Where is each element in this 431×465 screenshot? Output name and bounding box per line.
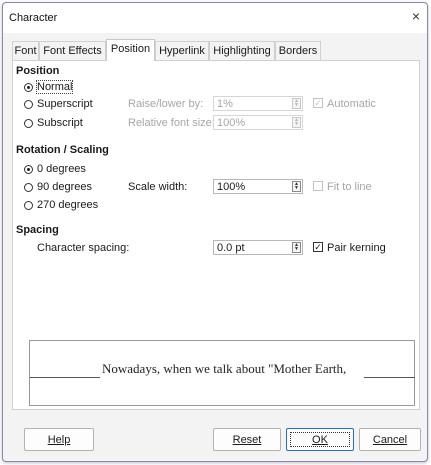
normal-label[interactable]: Normal <box>35 80 74 94</box>
fit-to-line-label[interactable]: Fit to line <box>327 181 372 193</box>
title-bar: Character × <box>3 3 427 33</box>
help-button-label: Help <box>47 434 71 446</box>
pair-kerning-label[interactable]: Pair kerning <box>327 242 386 254</box>
help-button[interactable]: Help <box>24 428 94 451</box>
baseline-left <box>30 377 100 378</box>
spin-up-down-icon[interactable]: ▲ ▼ <box>292 117 301 128</box>
tab-font-effects[interactable]: Font Effects <box>39 41 106 60</box>
baseline-right <box>364 377 415 378</box>
character-spacing-field[interactable]: 0.0 pt ▲ ▼ <box>213 240 303 255</box>
spin-up-down-icon[interactable]: ▲ ▼ <box>292 98 301 109</box>
rotation-scaling-heading: Rotation / Scaling <box>16 144 109 156</box>
spacing-heading: Spacing <box>16 224 59 236</box>
ninety-degrees-radio[interactable] <box>24 183 33 192</box>
tab-borders[interactable]: Borders <box>275 41 321 60</box>
spin-up-down-icon[interactable]: ▲ ▼ <box>292 242 301 253</box>
superscript-radio[interactable] <box>24 100 33 109</box>
tab-highlighting[interactable]: Highlighting <box>209 41 275 60</box>
character-dialog: Character × Font Font Effects Position H… <box>2 2 428 462</box>
fit-to-line-checkbox[interactable] <box>313 181 323 191</box>
automatic-checkbox[interactable]: ✓ <box>313 98 323 108</box>
scale-width-field[interactable]: 100% ▲ ▼ <box>213 179 303 194</box>
cancel-button-label: Cancel <box>372 434 408 446</box>
relative-font-size-value: 100% <box>217 117 246 129</box>
tab-hyperlink[interactable]: Hyperlink <box>155 41 209 60</box>
cancel-button[interactable]: Cancel <box>359 428 421 451</box>
two-seventy-degrees-radio[interactable] <box>24 201 33 210</box>
position-heading: Position <box>16 65 60 77</box>
ninety-degrees-label[interactable]: 90 degrees <box>37 181 92 193</box>
subscript-radio[interactable] <box>24 119 33 128</box>
check-mark-icon: ✓ <box>314 98 322 108</box>
relative-font-size-label: Relative font size: <box>128 117 215 129</box>
scale-width-label: Scale width: <box>128 181 188 193</box>
zero-degrees-radio[interactable] <box>24 165 33 174</box>
raise-lower-field[interactable]: 1% ▲ ▼ <box>213 96 303 111</box>
character-spacing-value: 0.0 pt <box>217 242 245 254</box>
window-title: Character <box>9 12 58 24</box>
reset-button-label: Reset <box>232 434 262 446</box>
normal-radio[interactable] <box>24 83 33 92</box>
two-seventy-degrees-label[interactable]: 270 degrees <box>37 199 98 211</box>
spin-up-down-icon[interactable]: ▲ ▼ <box>292 181 301 192</box>
superscript-label[interactable]: Superscript <box>37 98 93 110</box>
reset-button[interactable]: Reset <box>213 428 281 451</box>
preview-text: Nowadays, when we talk about "Mother Ear… <box>102 361 347 376</box>
close-icon[interactable]: × <box>407 8 425 24</box>
raise-lower-label: Raise/lower by: <box>128 98 204 110</box>
preview-box: Nowadays, when we talk about "Mother Ear… <box>29 340 415 406</box>
relative-font-size-field[interactable]: 100% ▲ ▼ <box>213 115 303 130</box>
scale-width-value: 100% <box>217 181 246 193</box>
automatic-label[interactable]: Automatic <box>327 98 376 110</box>
pair-kerning-checkbox[interactable]: ✓ <box>313 242 323 252</box>
raise-lower-value: 1% <box>217 98 233 110</box>
ok-button[interactable]: OK <box>286 428 354 451</box>
tab-position[interactable]: Position <box>106 39 155 61</box>
subscript-label[interactable]: Subscript <box>37 117 83 129</box>
character-spacing-label: Character spacing: <box>37 242 130 254</box>
ok-button-label: OK <box>312 434 328 446</box>
tab-font[interactable]: Font <box>12 41 39 60</box>
zero-degrees-label[interactable]: 0 degrees <box>37 163 86 175</box>
check-mark-icon: ✓ <box>314 242 322 252</box>
